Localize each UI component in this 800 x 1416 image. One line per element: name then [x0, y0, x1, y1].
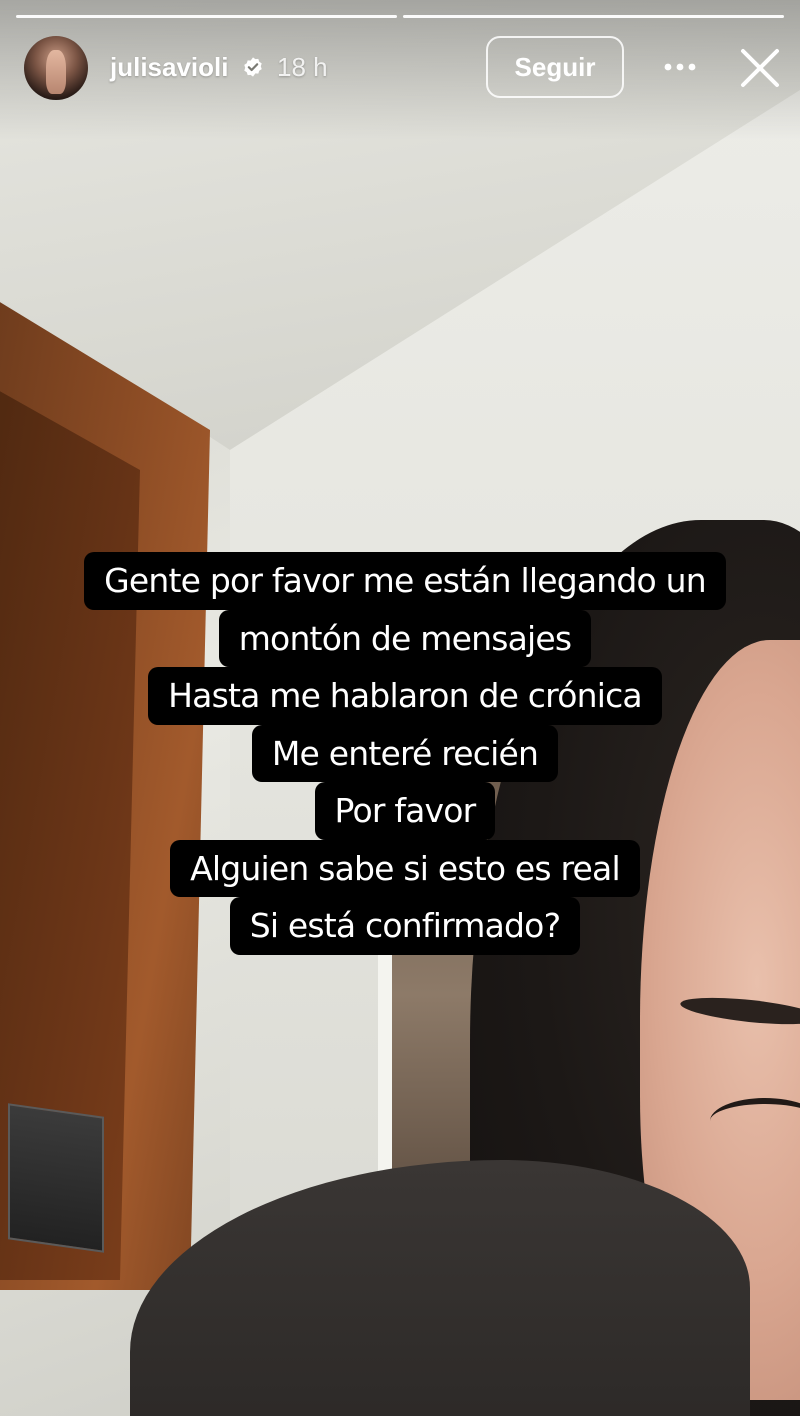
progress-segment: [403, 15, 784, 18]
story-text-overlay: Gente por favor me están llegando un mon…: [0, 552, 800, 955]
caption-line: Hasta me hablaron de crónica: [148, 667, 662, 725]
background-photo-hoodie: [130, 1160, 750, 1416]
post-time: 18 h: [277, 52, 328, 82]
background-photo-light-switch: [8, 1103, 104, 1253]
caption-line: Gente por favor me están llegando un: [84, 552, 726, 610]
caption-line: montón de mensajes: [218, 609, 592, 667]
more-horizontal-icon[interactable]: [662, 56, 698, 78]
close-icon[interactable]: [738, 46, 782, 90]
verified-badge-icon: [244, 57, 262, 77]
caption-line: Me enteré recién: [251, 724, 559, 782]
story-viewer[interactable]: julisavioli 18 h Seguir Gente por favor …: [0, 0, 800, 1416]
caption-line: Alguien sabe si esto es real: [170, 839, 640, 897]
avatar[interactable]: [24, 36, 88, 100]
background-photo-eye: [710, 1098, 800, 1144]
progress-segment: [16, 15, 397, 18]
caption-line: Si está confirmado?: [229, 897, 581, 955]
username[interactable]: julisavioli: [110, 52, 229, 83]
follow-button[interactable]: Seguir: [486, 36, 624, 98]
caption-line: Por favor: [314, 782, 496, 840]
story-progress-bar: [16, 15, 784, 18]
